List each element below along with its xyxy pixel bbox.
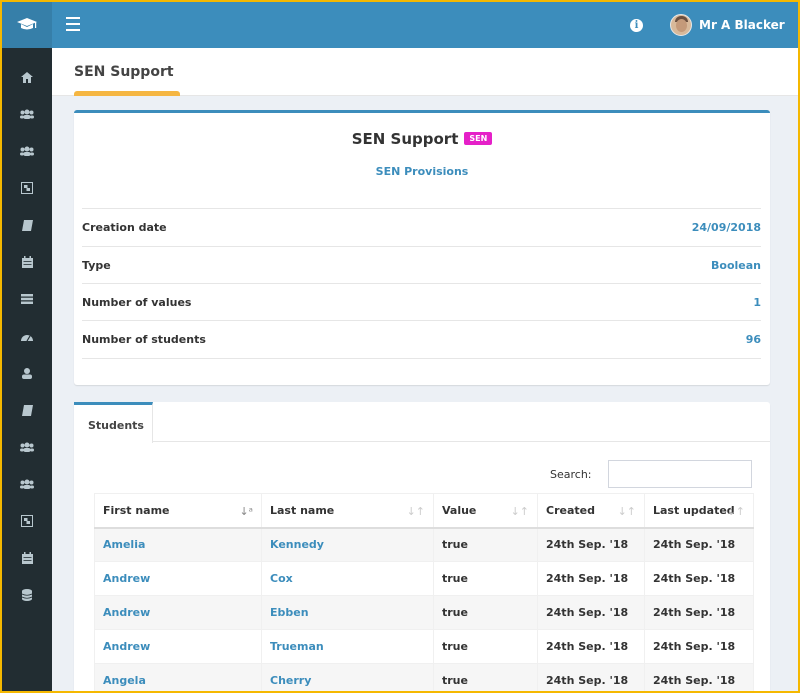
table-header-row: First name ↓ᵃ Last name ↓↑ Value ↓↑ Created… bbox=[94, 493, 754, 529]
table-row: Angela Cherry true 24th Sep. '18 24th Se… bbox=[94, 663, 754, 691]
tab-label: Students bbox=[88, 419, 144, 432]
property-label: Creation date bbox=[82, 221, 167, 234]
updated-cell: 24th Sep. '18 bbox=[644, 561, 754, 596]
users-icon[interactable] bbox=[19, 440, 35, 454]
users-icon[interactable] bbox=[19, 107, 35, 121]
updated-cell: 24th Sep. '18 bbox=[644, 527, 754, 562]
user-name[interactable]: Mr A Blacker bbox=[699, 18, 785, 32]
value-cell: true bbox=[433, 527, 538, 562]
column-header-last-name[interactable]: Last name ↓↑ bbox=[261, 493, 434, 529]
property-row: Number of values 1 bbox=[82, 283, 761, 321]
divider bbox=[82, 358, 761, 359]
property-row: Number of students 96 bbox=[82, 320, 761, 358]
users-icon[interactable] bbox=[19, 144, 35, 158]
users-icon[interactable] bbox=[19, 477, 35, 491]
column-header-last-updated[interactable]: Last updated ↓↑ bbox=[644, 493, 754, 529]
column-header-label: First name bbox=[103, 503, 170, 517]
first-name-cell[interactable]: Amelia bbox=[94, 527, 262, 562]
object-group-icon[interactable] bbox=[19, 514, 35, 528]
database-icon[interactable] bbox=[19, 588, 35, 602]
book-icon[interactable] bbox=[19, 403, 35, 417]
first-name-cell[interactable]: Andrew bbox=[94, 595, 262, 630]
object-group-icon[interactable] bbox=[19, 181, 35, 195]
home-icon[interactable] bbox=[19, 70, 35, 84]
calendar-icon[interactable] bbox=[19, 551, 35, 565]
detail-title: SEN Support SEN bbox=[74, 130, 770, 148]
table-row: Amelia Kennedy true 24th Sep. '18 24th S… bbox=[94, 527, 754, 562]
created-cell: 24th Sep. '18 bbox=[537, 527, 645, 562]
column-header-created[interactable]: Created ↓↑ bbox=[537, 493, 645, 529]
created-cell: 24th Sep. '18 bbox=[537, 561, 645, 596]
app-frame: i Mr A Blacker SEN Support SEN Support S… bbox=[0, 0, 800, 693]
students-table: First name ↓ᵃ Last name ↓↑ Value ↓↑ Created… bbox=[94, 493, 754, 691]
property-row: Type Boolean bbox=[82, 246, 761, 284]
detail-title-text: SEN Support bbox=[351, 130, 459, 148]
table-row: Andrew Cox true 24th Sep. '18 24th Sep. … bbox=[94, 561, 754, 596]
logo[interactable] bbox=[2, 2, 52, 48]
value-cell: true bbox=[433, 595, 538, 630]
property-label: Number of values bbox=[82, 296, 192, 309]
column-header-value[interactable]: Value ↓↑ bbox=[433, 493, 538, 529]
detail-box: SEN Support SEN SEN Provisions Creation d… bbox=[74, 110, 770, 385]
page-header: SEN Support bbox=[52, 48, 798, 96]
info-icon[interactable]: i bbox=[630, 19, 643, 32]
last-name-cell[interactable]: Cherry bbox=[261, 663, 434, 691]
property-value[interactable]: 96 bbox=[746, 333, 761, 346]
user-icon[interactable] bbox=[19, 366, 35, 380]
search-label: Search: bbox=[550, 468, 592, 481]
created-cell: 24th Sep. '18 bbox=[537, 663, 645, 691]
search-input[interactable] bbox=[608, 460, 752, 488]
sen-badge: SEN bbox=[464, 132, 493, 145]
first-name-cell[interactable]: Andrew bbox=[94, 629, 262, 664]
page-title-underline bbox=[74, 91, 180, 96]
top-navbar: i Mr A Blacker bbox=[2, 2, 798, 48]
column-header-label: Last updated bbox=[653, 503, 735, 517]
tab-strip: Students bbox=[74, 402, 770, 443]
updated-cell: 24th Sep. '18 bbox=[644, 595, 754, 630]
column-header-label: Value bbox=[442, 503, 477, 517]
value-cell: true bbox=[433, 663, 538, 691]
students-box: Students Search: First name ↓ᵃ Last name ↓… bbox=[74, 402, 770, 691]
calendar-icon[interactable] bbox=[19, 255, 35, 269]
table-row: Andrew Trueman true 24th Sep. '18 24th S… bbox=[94, 629, 754, 664]
property-value[interactable]: 24/09/2018 bbox=[692, 221, 761, 234]
sort-icon: ↓↑ bbox=[726, 505, 745, 518]
first-name-cell[interactable]: Andrew bbox=[94, 561, 262, 596]
value-cell: true bbox=[433, 561, 538, 596]
list-icon[interactable] bbox=[19, 292, 35, 306]
property-row: Creation date 24/09/2018 bbox=[82, 208, 761, 246]
tab-students[interactable]: Students bbox=[74, 402, 153, 443]
column-header-label: Created bbox=[546, 503, 595, 517]
sidebar bbox=[2, 48, 52, 691]
last-name-cell[interactable]: Ebben bbox=[261, 595, 434, 630]
avatar[interactable] bbox=[670, 14, 692, 36]
sort-icon: ↓↑ bbox=[617, 505, 636, 518]
sort-asc-icon: ↓ᵃ bbox=[239, 505, 253, 518]
first-name-cell[interactable]: Angela bbox=[94, 663, 262, 691]
page-title: SEN Support bbox=[74, 64, 174, 80]
sort-icon: ↓↑ bbox=[510, 505, 529, 518]
column-header-first-name[interactable]: First name ↓ᵃ bbox=[94, 493, 262, 529]
updated-cell: 24th Sep. '18 bbox=[644, 663, 754, 691]
property-value[interactable]: 1 bbox=[753, 296, 761, 309]
book-icon[interactable] bbox=[19, 218, 35, 232]
dashboard-icon[interactable] bbox=[19, 329, 35, 343]
property-value[interactable]: Boolean bbox=[711, 259, 761, 272]
value-cell: true bbox=[433, 629, 538, 664]
created-cell: 24th Sep. '18 bbox=[537, 629, 645, 664]
content-area: SEN Support SEN Support SEN SEN Provision… bbox=[52, 48, 798, 691]
sen-provisions-link[interactable]: SEN Provisions bbox=[74, 165, 770, 178]
column-header-label: Last name bbox=[270, 503, 335, 517]
last-name-cell[interactable]: Cox bbox=[261, 561, 434, 596]
property-label: Type bbox=[82, 259, 111, 272]
bars-icon[interactable] bbox=[66, 17, 80, 31]
property-label: Number of students bbox=[82, 333, 206, 346]
table-row: Andrew Ebben true 24th Sep. '18 24th Sep… bbox=[94, 595, 754, 630]
updated-cell: 24th Sep. '18 bbox=[644, 629, 754, 664]
sort-icon: ↓↑ bbox=[406, 505, 425, 518]
last-name-cell[interactable]: Kennedy bbox=[261, 527, 434, 562]
graduation-cap-icon bbox=[17, 18, 37, 30]
last-name-cell[interactable]: Trueman bbox=[261, 629, 434, 664]
created-cell: 24th Sep. '18 bbox=[537, 595, 645, 630]
